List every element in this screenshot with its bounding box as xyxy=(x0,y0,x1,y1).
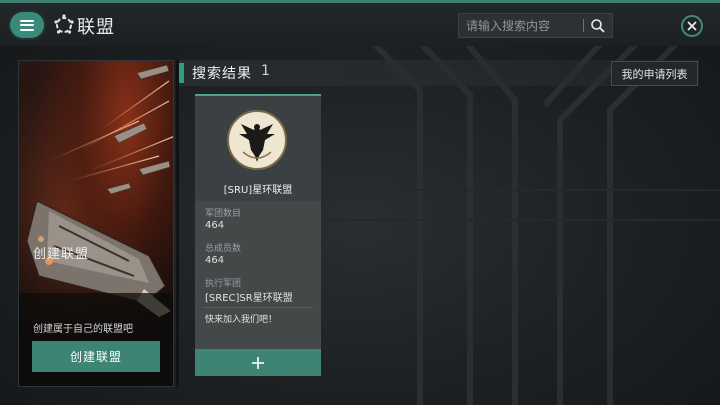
my-applications-button[interactable]: 我的申请列表 xyxy=(611,61,698,86)
eagle-emblem-icon xyxy=(227,110,287,170)
alliance-logo-icon xyxy=(54,14,74,34)
close-button[interactable] xyxy=(681,15,703,37)
create-alliance-title: 创建联盟 xyxy=(33,247,90,262)
create-alliance-description: 创建属于自己的联盟吧 xyxy=(33,324,133,335)
page-title: 联盟 xyxy=(77,17,115,38)
results-count: 1 xyxy=(261,63,270,79)
member-count-label: 总成员数 xyxy=(205,244,242,254)
card-divider xyxy=(203,307,313,308)
alliance-slogan: 快来加入我们吧！ xyxy=(205,315,278,325)
alliance-card[interactable]: [SRU]星环联盟 军团数目 464 总成员数 464 执行军团 [SREC]S… xyxy=(195,94,321,376)
join-alliance-button[interactable] xyxy=(195,349,321,376)
create-alliance-panel: 创建联盟 创建属于自己的联盟吧 创建联盟 xyxy=(18,60,174,387)
menu-button[interactable] xyxy=(10,12,44,38)
results-title: 搜索结果 xyxy=(192,66,252,82)
plus-icon xyxy=(252,356,264,369)
legion-count-label: 军团数目 xyxy=(205,209,242,219)
search-box xyxy=(458,13,613,38)
executor-label: 执行军团 xyxy=(205,279,242,289)
member-count-value: 464 xyxy=(205,255,225,266)
search-icon[interactable] xyxy=(590,18,606,34)
menu-icon xyxy=(20,19,34,31)
panel-separator xyxy=(176,60,179,387)
alliance-card-header: [SRU]星环联盟 xyxy=(195,96,321,201)
alliance-name: [SRU]星环联盟 xyxy=(223,185,293,196)
spaceship-artwork xyxy=(19,64,173,386)
search-input[interactable] xyxy=(459,14,583,37)
legion-count-value: 464 xyxy=(205,220,225,231)
search-divider xyxy=(583,19,584,32)
results-accent xyxy=(179,63,184,83)
top-bar: 联盟 xyxy=(0,0,720,46)
create-alliance-button[interactable]: 创建联盟 xyxy=(32,341,160,372)
close-icon xyxy=(687,21,697,31)
executor-value: [SREC]SR星环联盟 xyxy=(205,293,293,304)
